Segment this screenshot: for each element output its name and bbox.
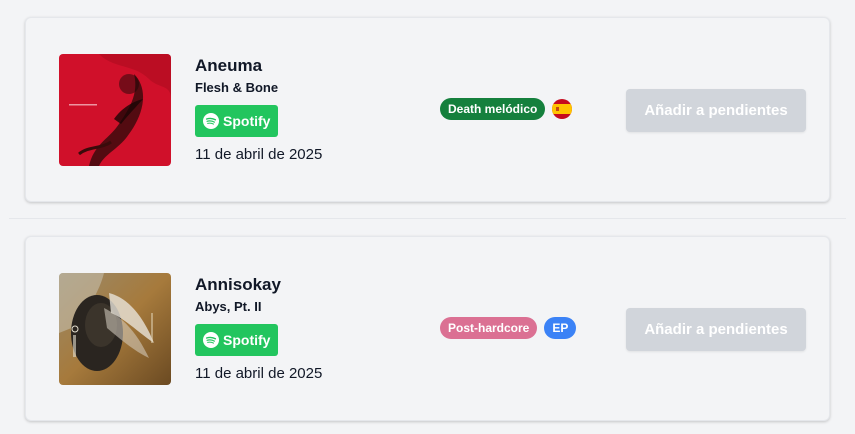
album-title: Abys, Pt. II [195, 299, 262, 314]
spotify-icon [203, 332, 219, 348]
release-tags: Death melódico [440, 98, 573, 120]
spotify-label: Spotify [223, 332, 271, 348]
spotify-button[interactable]: Spotify [195, 105, 279, 137]
album-cover [59, 273, 171, 385]
spotify-button[interactable]: Spotify [195, 324, 279, 356]
format-tag: EP [544, 317, 577, 339]
section-divider [9, 218, 846, 219]
release-info: Annisokay Abys, Pt. II Spotify 11 de abr… [195, 273, 322, 383]
genre-tag: Post-hardcore [440, 317, 538, 339]
release-card: Aneuma Flesh & Bone Spotify 11 de abril … [25, 17, 830, 202]
album-cover-art [59, 273, 171, 385]
release-tags: Post-hardcore EP [440, 317, 577, 339]
artist-name: Annisokay [195, 275, 281, 294]
artist-name: Aneuma [195, 56, 263, 75]
add-to-pending-button[interactable]: Añadir a pendientes [626, 89, 806, 132]
release-date: 11 de abril de 2025 [195, 146, 323, 163]
spain-flag-icon [552, 99, 573, 119]
release-info: Aneuma Flesh & Bone Spotify 11 de abril … [195, 54, 322, 164]
spotify-label: Spotify [223, 113, 271, 129]
album-cover [59, 54, 171, 166]
spotify-icon [203, 113, 219, 129]
add-to-pending-button[interactable]: Añadir a pendientes [626, 308, 806, 351]
album-cover-art [59, 54, 171, 166]
release-card: Annisokay Abys, Pt. II Spotify 11 de abr… [25, 236, 830, 421]
genre-tag: Death melódico [440, 98, 546, 120]
album-title: Flesh & Bone [195, 80, 279, 95]
release-date: 11 de abril de 2025 [195, 365, 323, 382]
